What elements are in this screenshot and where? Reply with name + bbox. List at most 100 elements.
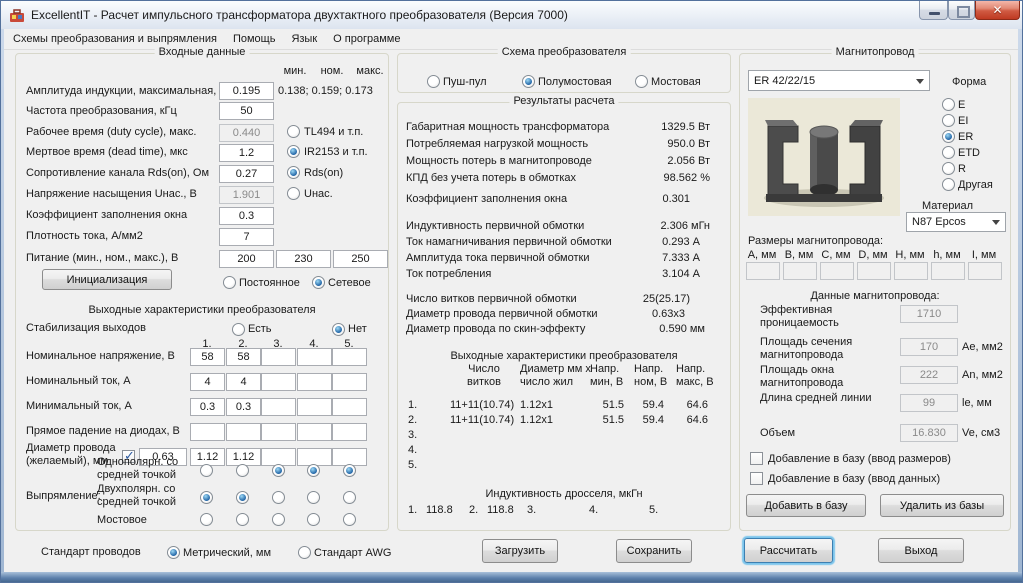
grid-field[interactable]: 0.3 bbox=[226, 398, 261, 416]
grid-field[interactable] bbox=[261, 373, 296, 391]
nominal-voltage-label: Номинальное напряжение, В bbox=[26, 350, 175, 362]
grid-field[interactable] bbox=[297, 348, 332, 366]
supply-nom-field[interactable]: 230 bbox=[276, 250, 331, 268]
stabilization-yes-radio[interactable] bbox=[232, 323, 245, 336]
induction-label: Амплитуда индукции, максимальная, Т bbox=[26, 85, 227, 97]
rect-radio-r2c2[interactable] bbox=[236, 491, 249, 504]
rect-radio-r3c3[interactable] bbox=[272, 513, 285, 526]
halfbridge-radio[interactable] bbox=[522, 75, 535, 88]
shape-ei-radio[interactable] bbox=[942, 114, 955, 127]
rect-radio-r3c1[interactable] bbox=[200, 513, 213, 526]
grid-field[interactable] bbox=[261, 348, 296, 366]
rds-radio[interactable] bbox=[287, 166, 300, 179]
shape-er-radio[interactable] bbox=[942, 130, 955, 143]
shape-other-radio[interactable] bbox=[942, 178, 955, 191]
out-row-umin: 51.5 bbox=[602, 399, 624, 411]
save-button[interactable]: Сохранить bbox=[616, 539, 692, 563]
grid-field[interactable] bbox=[332, 423, 367, 441]
calculate-button[interactable]: Рассчитать bbox=[744, 538, 833, 563]
grid-field[interactable] bbox=[332, 398, 367, 416]
rect-radio-r1c2[interactable] bbox=[236, 464, 249, 477]
tl494-radio-label: TL494 и т.п. bbox=[304, 126, 364, 138]
rect-radio-r3c5[interactable] bbox=[343, 513, 356, 526]
menu-item-language[interactable]: Язык bbox=[283, 30, 325, 48]
grid-field[interactable] bbox=[332, 373, 367, 391]
title-bar[interactable]: ExcellentIT - Расчет импульсного трансфо… bbox=[1, 1, 1022, 30]
out-row-num: 2. bbox=[408, 414, 418, 426]
core-type-combobox[interactable]: ER 42/22/15 bbox=[748, 70, 930, 91]
rect-radio-r1c3[interactable] bbox=[272, 464, 285, 477]
rect-radio-r1c1[interactable] bbox=[200, 464, 213, 477]
material-combobox[interactable]: N87 Epcos bbox=[906, 212, 1006, 232]
out-table-header-turns: Число витков bbox=[467, 363, 501, 388]
frequency-field[interactable]: 50 bbox=[219, 102, 274, 120]
tl494-radio[interactable] bbox=[287, 125, 300, 138]
grid-field[interactable] bbox=[297, 373, 332, 391]
rect-radio-r2c4[interactable] bbox=[307, 491, 320, 504]
exit-button[interactable]: Выход bbox=[878, 538, 964, 563]
rds-field[interactable]: 0.27 bbox=[219, 165, 274, 183]
rect-radio-r3c2[interactable] bbox=[236, 513, 249, 526]
grid-field[interactable]: 58 bbox=[190, 348, 225, 366]
window-fill-field[interactable]: 0.3 bbox=[219, 207, 274, 225]
grid-field[interactable]: 58 bbox=[226, 348, 261, 366]
stabilization-no-label: Нет bbox=[348, 323, 367, 335]
volume-label: Объем bbox=[760, 427, 796, 439]
choke-value: 118.8 bbox=[426, 504, 453, 516]
add-data-checkbox[interactable] bbox=[750, 472, 763, 485]
grid-field[interactable] bbox=[190, 423, 225, 441]
grid-field[interactable] bbox=[297, 423, 332, 441]
grid-field[interactable]: 0.3 bbox=[190, 398, 225, 416]
maximize-button[interactable] bbox=[948, 1, 975, 20]
dim-a-label: А, мм bbox=[747, 249, 777, 261]
stabilization-no-radio[interactable] bbox=[332, 323, 345, 336]
bridge-radio[interactable] bbox=[635, 75, 648, 88]
close-button[interactable]: ✕ bbox=[975, 1, 1020, 20]
rect-radio-r2c1[interactable] bbox=[200, 491, 213, 504]
ac-supply-radio[interactable] bbox=[312, 276, 325, 289]
supply-max-field[interactable]: 250 bbox=[333, 250, 388, 268]
rect-radio-r1c5[interactable] bbox=[343, 464, 356, 477]
supply-min-field[interactable]: 200 bbox=[219, 250, 274, 268]
grid-field[interactable] bbox=[332, 348, 367, 366]
rds-label: Сопротивление канала Rds(on), Ом bbox=[26, 167, 210, 179]
initialize-button[interactable]: Инициализация bbox=[42, 269, 172, 290]
shape-e-radio[interactable] bbox=[942, 98, 955, 111]
load-button[interactable]: Загрузить bbox=[482, 539, 558, 563]
grid-field[interactable]: 4 bbox=[190, 373, 225, 391]
dead-time-field[interactable]: 1.2 bbox=[219, 144, 274, 162]
rect-radio-r1c4[interactable] bbox=[307, 464, 320, 477]
grid-field[interactable] bbox=[261, 398, 296, 416]
add-dims-checkbox[interactable] bbox=[750, 452, 763, 465]
ir2153-radio[interactable] bbox=[287, 145, 300, 158]
dim-h2-field bbox=[931, 262, 965, 280]
grid-field[interactable] bbox=[226, 423, 261, 441]
pushpull-radio[interactable] bbox=[427, 75, 440, 88]
dc-supply-radio[interactable] bbox=[223, 276, 236, 289]
grid-field[interactable] bbox=[297, 398, 332, 416]
menu-item-about[interactable]: О программе bbox=[325, 30, 408, 48]
remove-from-database-button[interactable]: Удалить из базы bbox=[880, 494, 1004, 517]
rect-radio-r3c4[interactable] bbox=[307, 513, 320, 526]
rect-radio-r2c5[interactable] bbox=[343, 491, 356, 504]
shape-r-radio[interactable] bbox=[942, 162, 955, 175]
shape-label: Форма bbox=[952, 76, 987, 88]
grid-field[interactable]: 4 bbox=[226, 373, 261, 391]
window-frame-bottom bbox=[1, 572, 1022, 582]
add-to-database-button[interactable]: Добавить в базу bbox=[746, 494, 866, 517]
grid-field[interactable] bbox=[261, 423, 296, 441]
duty-cycle-label: Рабочее время (duty cycle), макс. bbox=[26, 126, 197, 138]
window-area-field: 222 bbox=[900, 366, 958, 384]
result-value: 0.301 bbox=[662, 193, 690, 205]
induction-field[interactable]: 0.195 bbox=[219, 82, 274, 100]
shape-etd-radio[interactable] bbox=[942, 146, 955, 159]
metric-radio[interactable] bbox=[167, 546, 180, 559]
chevron-down-icon bbox=[992, 220, 1000, 225]
current-density-field[interactable]: 7 bbox=[219, 228, 274, 246]
saturation-field: 1.901 bbox=[219, 186, 274, 204]
minimize-button[interactable] bbox=[919, 1, 948, 20]
rect-radio-r2c3[interactable] bbox=[272, 491, 285, 504]
awg-radio[interactable] bbox=[298, 546, 311, 559]
dim-d-field bbox=[857, 262, 891, 280]
unas-radio[interactable] bbox=[287, 187, 300, 200]
